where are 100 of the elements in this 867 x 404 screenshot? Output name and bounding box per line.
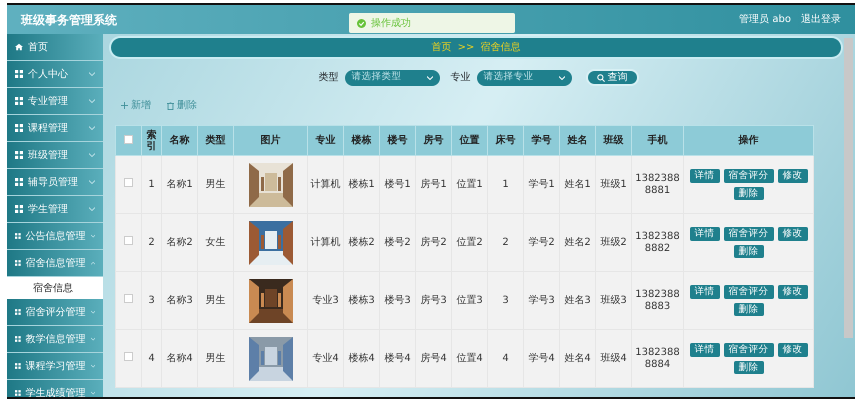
column-header: 手机 xyxy=(632,126,684,156)
table-cell: 名称2 xyxy=(162,214,198,272)
action-button[interactable]: 详情 xyxy=(690,285,720,298)
table-cell: 专业4 xyxy=(308,330,344,388)
table-cell: 13823888882 xyxy=(632,214,684,272)
grid-icon xyxy=(15,70,23,78)
action-button[interactable]: 详情 xyxy=(690,227,720,240)
table-cell: 楼号1 xyxy=(380,156,416,214)
grid-icon xyxy=(15,232,21,240)
row-checkbox[interactable] xyxy=(124,178,133,187)
search-icon xyxy=(596,74,604,82)
action-button[interactable]: 删除 xyxy=(734,360,764,374)
table-cell: 计算机 xyxy=(308,156,344,214)
table-cell: 楼号4 xyxy=(380,330,416,388)
table-cell: 2 xyxy=(142,214,162,272)
action-button[interactable]: 宿舍评分 xyxy=(724,285,774,298)
table-cell: 班级2 xyxy=(596,214,632,272)
select-field[interactable]: 请选择专业 xyxy=(476,70,572,86)
table-cell: 4 xyxy=(488,330,524,388)
table-cell: 楼栋2 xyxy=(344,214,380,272)
sidebar-item[interactable]: 专业管理 xyxy=(7,88,103,115)
row-checkbox[interactable] xyxy=(124,236,133,245)
breadcrumb-link[interactable]: 宿舍信息 xyxy=(480,40,520,55)
plus-icon xyxy=(121,102,128,109)
chevron-icon xyxy=(90,310,95,314)
grid-icon xyxy=(15,178,23,186)
chevron-icon xyxy=(90,391,95,395)
grid-icon xyxy=(15,308,21,316)
table-cell: 学号1 xyxy=(524,156,560,214)
table-cell: 学号2 xyxy=(524,214,560,272)
table-cell: 姓名1 xyxy=(560,156,596,214)
select-all-checkbox[interactable] xyxy=(124,134,133,144)
column-header: 专业 xyxy=(308,126,344,156)
sidebar-item[interactable]: 教学信息管理 xyxy=(7,326,103,353)
action-button[interactable]: 修改 xyxy=(778,343,808,356)
add-button[interactable]: 新增 xyxy=(121,98,151,113)
column-header: 操作 xyxy=(684,126,814,156)
table-cell: 姓名4 xyxy=(560,330,596,388)
trash-icon xyxy=(167,102,174,110)
sidebar-item[interactable]: 公告信息管理 xyxy=(7,223,103,250)
table-cell: 姓名2 xyxy=(560,214,596,272)
chevron-icon xyxy=(90,364,95,368)
table-cell: 计算机 xyxy=(308,214,344,272)
search-button[interactable]: 查询 xyxy=(586,69,638,86)
chevron-icon xyxy=(89,126,95,130)
sidebar-item[interactable]: 课程学习管理 xyxy=(7,353,103,380)
scrollbar[interactable] xyxy=(844,38,853,338)
delete-button[interactable]: 删除 xyxy=(167,98,197,113)
home-icon xyxy=(15,43,23,51)
sidebar-item[interactable]: 个人中心 xyxy=(7,61,103,88)
chevron-icon xyxy=(90,337,95,341)
breadcrumb-link[interactable]: 首页 xyxy=(432,40,452,55)
action-button[interactable]: 宿舍评分 xyxy=(724,343,774,356)
table-cell: 学号3 xyxy=(524,272,560,330)
table-cell: 13823888881 xyxy=(632,156,684,214)
column-header: 位置 xyxy=(452,126,488,156)
action-button[interactable]: 删除 xyxy=(734,244,764,258)
chevron-icon xyxy=(89,153,95,157)
table-cell: 楼栋1 xyxy=(344,156,380,214)
column-header: 班级 xyxy=(596,126,632,156)
column-header: 房号 xyxy=(416,126,452,156)
action-button[interactable]: 宿舍评分 xyxy=(724,169,774,182)
sidebar-item[interactable]: 课程管理 xyxy=(7,115,103,142)
chevron-icon xyxy=(89,99,95,103)
action-button[interactable]: 修改 xyxy=(778,285,808,298)
table-cell: 3 xyxy=(488,272,524,330)
table-cell: 楼号3 xyxy=(380,272,416,330)
grid-icon xyxy=(15,389,21,397)
action-button[interactable]: 详情 xyxy=(690,343,720,356)
action-button[interactable]: 详情 xyxy=(690,169,720,182)
select-field[interactable]: 请选择类型 xyxy=(344,70,440,86)
action-button[interactable]: 删除 xyxy=(734,302,764,316)
sidebar-item[interactable]: 学生管理 xyxy=(7,196,103,223)
action-button[interactable]: 修改 xyxy=(778,169,808,182)
table-cell: 位置2 xyxy=(452,214,488,272)
row-checkbox[interactable] xyxy=(124,352,133,361)
sidebar-subitem[interactable]: 宿舍信息 xyxy=(7,277,103,299)
table-cell: 3 xyxy=(142,272,162,330)
row-checkbox[interactable] xyxy=(124,294,133,303)
action-button[interactable]: 修改 xyxy=(778,227,808,240)
sidebar-item[interactable]: 宿舍评分管理 xyxy=(7,299,103,326)
logout-link[interactable]: 退出登录 xyxy=(801,12,841,27)
table-cell: 名称1 xyxy=(162,156,198,214)
table-cell: 楼栋4 xyxy=(344,330,380,388)
table-cell: 房号4 xyxy=(416,330,452,388)
sidebar-item[interactable]: 首页 xyxy=(7,34,103,61)
breadcrumb-separator: >> xyxy=(458,41,474,55)
table-cell: 名称4 xyxy=(162,330,198,388)
sidebar-item[interactable]: 班级管理 xyxy=(7,142,103,169)
check-circle-icon xyxy=(357,18,366,28)
table-cell: 学号4 xyxy=(524,330,560,388)
sidebar-item[interactable]: 学生成绩管理 xyxy=(7,380,103,397)
action-button[interactable]: 删除 xyxy=(734,186,764,200)
action-button[interactable]: 宿舍评分 xyxy=(724,227,774,240)
chevron-icon xyxy=(90,261,95,265)
table-cell: 13823888883 xyxy=(632,272,684,330)
filter-label: 类型 xyxy=(318,70,338,85)
table-cell: 男生 xyxy=(198,272,234,330)
sidebar-item[interactable]: 辅导员管理 xyxy=(7,169,103,196)
chevron-icon xyxy=(89,72,95,76)
